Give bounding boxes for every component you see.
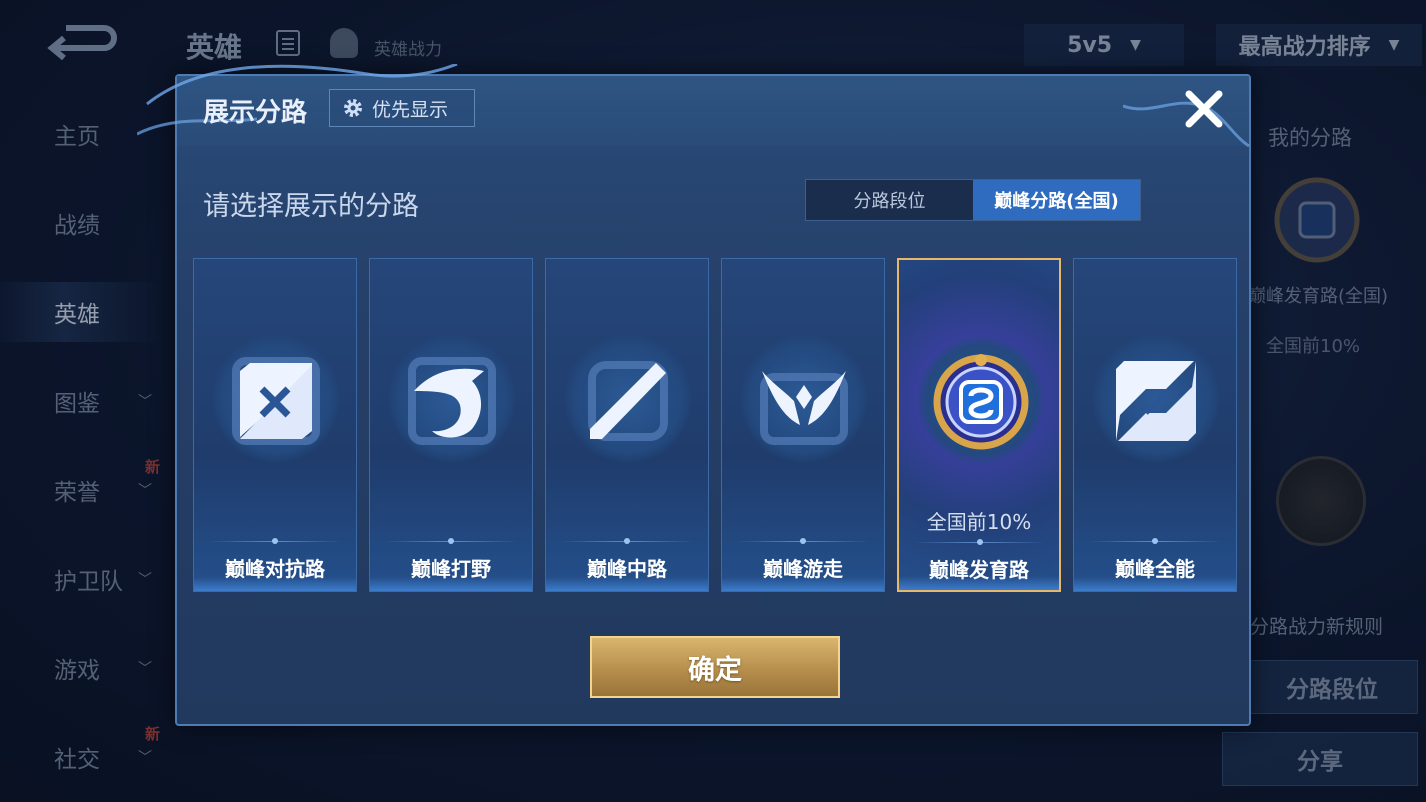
close-icon[interactable] — [1181, 86, 1227, 132]
clash-lane-icon — [232, 357, 320, 445]
lane-card[interactable]: 巅峰对抗路 — [193, 258, 357, 592]
priority-display-label: 优先显示 — [372, 98, 449, 121]
lane-card[interactable]: 全国前10% 巅峰发育路 — [897, 258, 1061, 592]
divider-dot — [977, 539, 983, 545]
card-bottom-glow — [546, 577, 708, 591]
lane-card[interactable]: 巅峰游走 — [721, 258, 885, 592]
divider-dot — [272, 538, 278, 544]
confirm-button[interactable]: 确定 — [590, 636, 840, 698]
tab-peak-lane-national[interactable]: 巅峰分路(全国) — [973, 180, 1140, 220]
divider-dot — [448, 538, 454, 544]
lane-display-dialog: 展示分路 优先显示 请选择展示的分路 分路段位 巅峰分路(全国) 巅峰对抗路 巅峰… — [137, 64, 1251, 726]
roam-wings-icon — [760, 371, 848, 445]
divider-dot — [624, 538, 630, 544]
lane-rank-text: 全国前10% — [926, 510, 1032, 534]
lane-card[interactable]: 巅峰打野 — [369, 258, 533, 592]
lane-type-tabs: 分路段位 巅峰分路(全国) — [805, 179, 1141, 221]
lane-card[interactable]: 巅峰中路 — [545, 258, 709, 592]
farm-lane-emblem-icon — [933, 354, 1029, 450]
dialog-title: 展示分路 — [203, 98, 308, 128]
card-bottom-glow — [899, 576, 1059, 590]
gear-icon — [344, 99, 362, 117]
tab-lane-rank[interactable]: 分路段位 — [806, 180, 973, 220]
all-round-icon — [1116, 361, 1196, 441]
mid-lane-icon — [588, 361, 668, 441]
lane-card[interactable]: 巅峰全能 — [1073, 258, 1237, 592]
dialog-subtitle: 请选择展示的分路 — [203, 191, 419, 222]
jungle-dragon-icon — [408, 357, 496, 445]
priority-display-button[interactable]: 优先显示 — [329, 89, 475, 127]
card-bottom-glow — [1074, 577, 1236, 591]
card-bottom-glow — [194, 577, 356, 591]
divider-dot — [800, 538, 806, 544]
card-bottom-glow — [722, 577, 884, 591]
divider-dot — [1152, 538, 1158, 544]
card-bottom-glow — [370, 577, 532, 591]
